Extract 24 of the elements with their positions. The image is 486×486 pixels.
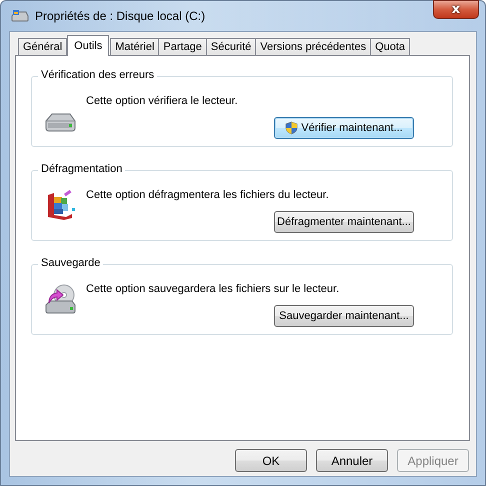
dialog-button[interactable]: Annuler <box>316 449 388 472</box>
group-title: Sauvegarde <box>38 257 104 269</box>
dialog-button[interactable]: OK <box>235 449 307 472</box>
close-button[interactable]: x <box>433 0 479 19</box>
tab[interactable]: Quota <box>370 38 410 55</box>
window-title: Propriétés de : Disque local (C:) <box>35 9 206 23</box>
hard-drive-icon <box>44 111 76 133</box>
option-description: Cette option vérifiera le lecteur. <box>86 95 238 107</box>
tab[interactable]: Versions précédentes <box>255 38 372 55</box>
group-title: Défragmentation <box>38 163 126 175</box>
tab[interactable]: Sécurité <box>206 38 256 55</box>
option-description: Cette option sauvegardera les fichiers sur le lecteur. <box>86 283 340 295</box>
tab[interactable]: Partage <box>158 38 207 55</box>
backup-drive-icon <box>44 283 76 315</box>
tab[interactable]: Outils <box>67 35 110 56</box>
tab[interactable]: Général <box>18 38 68 55</box>
action-button[interactable]: Vérifier maintenant... <box>274 117 414 139</box>
drive-icon <box>11 9 29 23</box>
action-button[interactable]: Défragmenter maintenant... <box>274 211 414 233</box>
tab[interactable]: Matériel <box>110 38 160 55</box>
option-description: Cette option défragmentera les fichiers du lecteur. <box>86 189 329 201</box>
group-title: Vérification des erreurs <box>38 69 158 81</box>
action-button[interactable]: Sauvegarder maintenant... <box>274 305 414 327</box>
shield-icon <box>285 121 298 135</box>
